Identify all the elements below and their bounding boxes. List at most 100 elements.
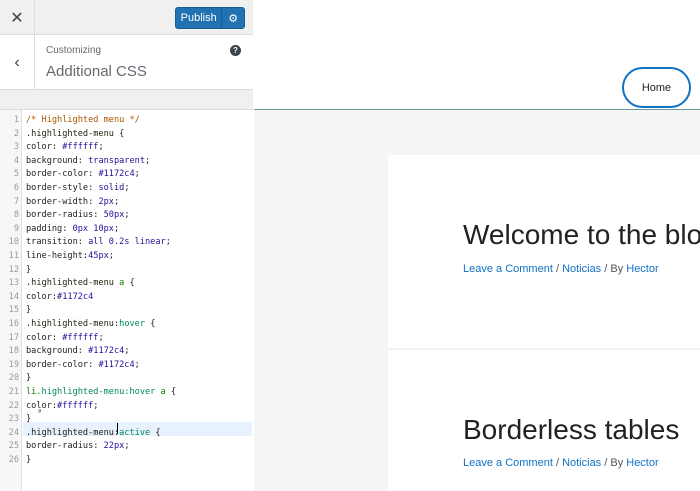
line-number: 6: [13, 183, 19, 193]
publish-label: Publish: [180, 12, 217, 24]
code-line[interactable]: transition: all 0.2s linear;: [26, 236, 171, 250]
line-number: 8: [13, 210, 19, 221]
code-token: border-width:: [26, 196, 99, 207]
meta-separator: /: [552, 263, 563, 275]
code-token: solid: [98, 183, 125, 193]
code-token: .highlighted-menu:: [26, 319, 120, 329]
line-number: 2: [13, 128, 19, 139]
code-line[interactable]: .highlighted-menu:hover {: [26, 318, 155, 332]
code-line[interactable]: color:#1172c4: [26, 291, 93, 305]
code-token: line-height:: [26, 251, 89, 261]
code-line[interactable]: .highlighted-menu {: [26, 128, 124, 142]
code-line[interactable]: }: [26, 304, 31, 318]
code-line[interactable]: background: #1172c4;: [26, 345, 130, 359]
code-token: color:: [26, 142, 63, 153]
code-line[interactable]: border-radius: 50px;: [26, 209, 130, 223]
category-link[interactable]: Noticias: [562, 263, 601, 275]
help-icon[interactable]: ?: [230, 45, 241, 56]
code-token: ;: [124, 210, 130, 221]
code-token: li: [26, 387, 37, 397]
code-token: .highlighted-menu:hover: [36, 387, 161, 397]
comment-link[interactable]: Leave a Comment: [463, 457, 553, 469]
code-token: transition:: [26, 237, 89, 248]
css-code-editor[interactable]: 1 2 3 4 5 6 7 8 9 10 11 12 13 14 15 16 17 18 19 20 21 22 23 24 2…: [0, 110, 253, 491]
code-token: background:: [26, 155, 89, 166]
line-number: 15: [8, 305, 19, 316]
code-token: color:: [26, 332, 63, 343]
code-token: .highlighted-menu {: [26, 128, 125, 139]
customizer-sidebar: ✕ Publish ⚙ ‹ Customizing Additional CSS…: [0, 0, 253, 491]
line-number: 20: [8, 373, 19, 384]
meta-by: / By: [601, 263, 627, 275]
code-token: #ffffff: [62, 142, 99, 153]
code-line[interactable]: .highlighted-menu:active {: [26, 427, 161, 441]
comment-link[interactable]: Leave a Comment: [463, 263, 553, 275]
meta-by: / By: [601, 457, 627, 469]
code-line[interactable]: border-style: solid;: [26, 182, 130, 196]
line-number: 25: [8, 441, 19, 452]
code-token: ;: [124, 346, 130, 357]
code-token: .highlighted-menu: [26, 278, 120, 289]
line-number: 5: [13, 169, 19, 180]
code-token: }: [26, 305, 32, 316]
code-token: hover: [119, 319, 146, 329]
code-token: ;: [98, 142, 104, 153]
code-line[interactable]: }: [26, 413, 31, 427]
code-token: ;: [113, 196, 120, 207]
code-token: #1172c4: [98, 359, 135, 370]
code-line[interactable]: border-color: #1172c4;: [26, 359, 140, 373]
code-line[interactable]: /* Highlighted menu */: [26, 114, 140, 128]
back-chevron-icon[interactable]: ‹: [0, 35, 35, 90]
code-line[interactable]: }: [26, 372, 31, 386]
edit-marker: ª: [38, 408, 42, 416]
line-number: 11: [8, 251, 19, 261]
post-title[interactable]: Welcome to the blog: [463, 219, 700, 251]
publish-button[interactable]: Publish ⚙: [175, 7, 245, 29]
author-link[interactable]: Hector: [626, 457, 658, 469]
code-line[interactable]: li.highlighted-menu:hover a {: [26, 386, 176, 400]
code-line[interactable]: line-height:45px;: [26, 250, 114, 264]
code-token: transparent: [88, 155, 146, 166]
category-link[interactable]: Noticias: [562, 457, 601, 469]
line-number: 22: [8, 400, 19, 411]
code-token: {: [145, 319, 156, 329]
code-line[interactable]: .highlighted-menu a {: [26, 277, 135, 291]
code-line[interactable]: padding: 0px 10px;: [26, 223, 119, 237]
code-token: all 0.2s linear: [88, 237, 166, 248]
line-number: 24: [8, 427, 19, 438]
line-number: 1: [13, 115, 19, 125]
post-title[interactable]: Borderless tables: [463, 414, 679, 446]
line-number: 14: [8, 291, 19, 302]
code-line[interactable]: border-width: 2px;: [26, 196, 119, 210]
customizer-topbar: ✕ Publish ⚙: [0, 0, 253, 35]
code-token: 45px: [88, 251, 109, 261]
code-token: 22px: [103, 441, 125, 452]
code-token: #1172c4: [98, 169, 135, 180]
line-number-gutter: 1 2 3 4 5 6 7 8 9 10 11 12 13 14 15 16 17 18 19 20 21 22 23 24 2…: [0, 110, 22, 491]
code-token: }: [26, 264, 32, 275]
code-line[interactable]: border-radius: 22px;: [26, 440, 130, 454]
nav-home-highlighted[interactable]: Home: [622, 67, 691, 108]
code-line[interactable]: }: [26, 264, 31, 278]
code-line[interactable]: background: transparent;: [26, 155, 150, 169]
gear-icon[interactable]: ⚙: [221, 8, 244, 28]
line-number: 9: [13, 223, 19, 234]
code-token: ;: [124, 441, 130, 452]
code-token: }: [26, 455, 32, 465]
code-token: #ffffff: [62, 332, 99, 343]
code-token: color:: [26, 291, 58, 302]
code-line[interactable]: color: #ffffff;: [26, 332, 104, 346]
section-title: Additional CSS: [46, 63, 147, 80]
code-token: ;: [165, 237, 171, 248]
post-meta: Leave a Comment / Noticias / By Hector: [463, 457, 659, 469]
code-line[interactable]: }: [26, 454, 31, 468]
code-token: {: [124, 278, 135, 289]
close-icon[interactable]: ✕: [0, 0, 35, 35]
code-line[interactable]: color:#ffffff;: [26, 400, 98, 414]
author-link[interactable]: Hector: [626, 263, 658, 275]
line-number: 16: [8, 319, 19, 329]
code-token: 0px 10px: [72, 223, 114, 234]
code-line[interactable]: color: #ffffff;: [26, 141, 104, 155]
code-token: border-radius:: [26, 441, 104, 452]
code-line[interactable]: border-color: #1172c4;: [26, 168, 140, 182]
